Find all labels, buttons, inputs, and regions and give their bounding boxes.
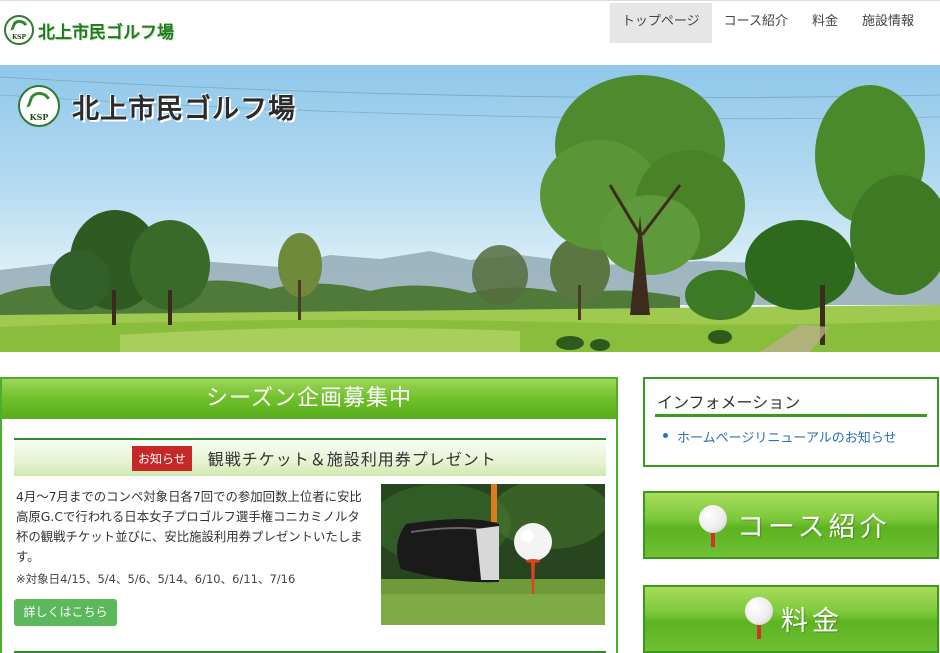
news-title: 観戦チケット＆施設利用券プレゼント (207, 450, 497, 469)
fee-label: 料金 (781, 606, 843, 637)
logo-text: 北上市民ゴルフ場 (38, 22, 174, 43)
fee-button[interactable]: 料金 (643, 585, 939, 653)
ksp-logo-icon: KSP (4, 15, 34, 45)
golf-club-photo (381, 484, 605, 625)
main-nav: トップページ コース紹介 料金 施設情報 (609, 3, 926, 43)
information-box: インフォメーション ホームページリニューアルのお知らせ (643, 377, 939, 467)
more-details-button[interactable]: 詳しくはこちら (14, 599, 117, 626)
golf-ball-icon (745, 597, 773, 625)
section-title: シーズン企画募集中 (2, 379, 616, 419)
golf-tee-icon (711, 533, 715, 547)
site-logo[interactable]: KSP 北上市民ゴルフ場 (4, 15, 174, 45)
news-body: 4月～7月までのコンペ対象日各7回での参加回数上位者に安比高原G.Cで行われる日… (16, 489, 363, 564)
site-header: KSP 北上市民ゴルフ場 トップページ コース紹介 料金 施設情報 (0, 0, 940, 64)
golf-tee-icon (757, 625, 761, 639)
info-link-renewal[interactable]: ホームページリニューアルのお知らせ (677, 427, 896, 446)
golf-driver-ball-image (381, 484, 605, 625)
news-badge: お知らせ (132, 445, 192, 471)
nav-item-top[interactable]: トップページ (609, 3, 712, 43)
course-intro-label: コース紹介 (737, 512, 891, 543)
ksp-logo-icon: KSP (18, 85, 60, 127)
info-divider (655, 414, 927, 417)
info-title: インフォメーション (657, 393, 801, 412)
news-note: ※対象日4/15、5/4、5/6、5/14、6/10、6/11、7/16 (16, 572, 296, 586)
news-header: お知らせ 観戦チケット＆施設利用券プレゼント (14, 438, 606, 476)
golf-ball-icon (699, 505, 727, 533)
course-intro-button[interactable]: コース紹介 (643, 491, 939, 559)
hero-image: KSP 北上市民ゴルフ場 (0, 65, 940, 352)
nav-item-facility[interactable]: 施設情報 (850, 3, 926, 43)
hero-title: 北上市民ゴルフ場 (72, 93, 296, 125)
season-campaign-panel: シーズン企画募集中 お知らせ 観戦チケット＆施設利用券プレゼント 4月～7月まで… (0, 377, 618, 653)
nav-item-fee[interactable]: 料金 (800, 3, 850, 43)
bullet-icon (663, 433, 668, 438)
nav-item-course[interactable]: コース紹介 (712, 3, 800, 43)
hero-logo: KSP 北上市民ゴルフ場 (18, 85, 296, 127)
